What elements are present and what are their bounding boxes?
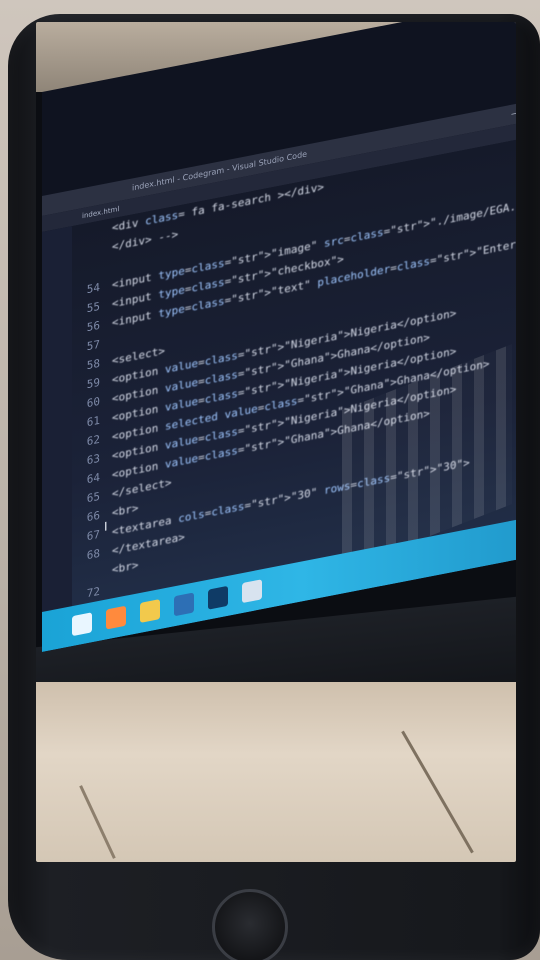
windows-start-icon[interactable] [72, 612, 92, 637]
laptop-monitor: index.html - Codegram - Visual Studio Co… [42, 22, 516, 652]
phone: index.html - Codegram - Visual Studio Co… [8, 14, 540, 960]
minimize-icon[interactable]: — [511, 108, 516, 120]
home-button[interactable] [212, 889, 288, 960]
settings-icon[interactable] [242, 579, 262, 604]
text-cursor-icon: I [104, 519, 108, 534]
search-icon[interactable] [106, 605, 126, 630]
folder-icon[interactable] [140, 599, 160, 623]
phone-screen: index.html - Codegram - Visual Studio Co… [36, 22, 516, 862]
browser-icon[interactable] [174, 592, 194, 617]
window-controls[interactable]: — □ ✕ [511, 97, 516, 125]
activity-bar [42, 226, 72, 652]
line-number-gutter: 54 55 56 57 58 59 60 61 62 63 64 65 66 67 68 72 [72, 220, 106, 647]
desk [36, 682, 516, 862]
vscode-icon[interactable] [208, 585, 228, 610]
